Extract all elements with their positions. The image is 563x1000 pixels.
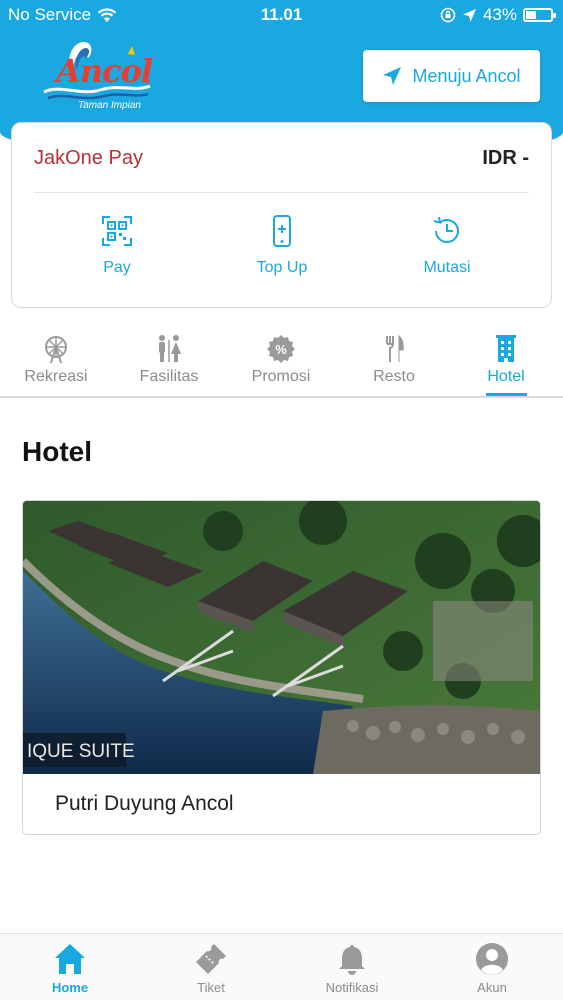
tab-fasilitas-label: Fasilitas — [139, 368, 199, 385]
tab-promosi[interactable]: % Promosi — [225, 330, 337, 386]
tab-rekreasi-label: Rekreasi — [24, 368, 88, 385]
jakone-pay-card: JakOne Pay IDR - Pay Top Up Mutasi — [11, 122, 552, 308]
mutasi-button[interactable]: Mutasi — [382, 215, 512, 277]
tab-promosi-label: Promosi — [251, 368, 311, 385]
ticket-icon — [196, 944, 226, 974]
tab-rekreasi[interactable]: Rekreasi — [0, 330, 112, 386]
restroom-icon — [159, 335, 181, 362]
active-tab-indicator — [486, 393, 527, 396]
wallet-balance: IDR - — [482, 147, 529, 169]
pay-label: Pay — [103, 259, 131, 276]
svg-text:%: % — [275, 342, 287, 357]
logo-wordmark: Ancol — [56, 52, 153, 90]
nav-notifikasi-label: Notifikasi — [325, 980, 379, 995]
logo-subtitle: Taman Impian — [78, 100, 141, 111]
hotel-photo: IQUE SUITE — [23, 501, 540, 774]
hotel-card[interactable]: IQUE SUITE Putri Duyung Ancol — [22, 500, 541, 835]
tab-hotel[interactable]: Hotel — [450, 330, 562, 386]
status-bar: No Service 11.01 43% — [0, 0, 563, 30]
menuju-ancol-button[interactable]: Menuju Ancol — [363, 50, 540, 102]
phone-topup-icon — [273, 215, 291, 247]
photo-caption: IQUE SUITE — [27, 741, 135, 762]
pay-button[interactable]: Pay — [52, 215, 182, 277]
home-icon — [55, 944, 85, 974]
bottom-navigation: Home Tiket Notifikasi Akun — [0, 933, 563, 1000]
wallet-title: JakOne Pay — [34, 147, 143, 169]
top-up-button[interactable]: Top Up — [217, 215, 347, 277]
building-icon — [496, 335, 516, 362]
category-tabs: Rekreasi Fasilitas % Promosi Resto Hotel — [0, 330, 563, 398]
page-title: Hotel — [22, 436, 92, 467]
history-clock-icon — [433, 216, 459, 243]
tab-resto-label: Resto — [373, 368, 415, 385]
location-arrow-icon — [462, 8, 476, 22]
ferris-wheel-icon — [45, 336, 67, 364]
rotation-lock-icon — [440, 7, 456, 23]
account-icon — [476, 943, 508, 975]
nav-home-label: Home — [51, 980, 89, 995]
battery-percent: 43% — [482, 5, 517, 24]
percent-badge-icon: % — [267, 335, 295, 363]
tab-resto[interactable]: Resto — [338, 330, 450, 386]
nav-akun-label: Akun — [477, 980, 507, 995]
status-right: 43% — [440, 5, 556, 25]
navigation-arrow-icon — [383, 67, 402, 85]
nav-tiket-label: Tiket — [197, 980, 225, 995]
bell-icon — [339, 945, 365, 975]
wallet-divider — [34, 192, 529, 193]
top-up-label: Top Up — [256, 259, 308, 276]
tab-fasilitas[interactable]: Fasilitas — [113, 330, 225, 386]
nav-akun[interactable]: Akun — [422, 942, 562, 995]
menuju-ancol-label: Menuju Ancol — [412, 65, 521, 86]
mutasi-label: Mutasi — [423, 259, 471, 276]
nav-notifikasi[interactable]: Notifikasi — [282, 942, 422, 995]
hotel-name: Putri Duyung Ancol — [55, 792, 234, 815]
nav-home[interactable]: Home — [0, 942, 140, 995]
nav-tiket[interactable]: Tiket — [141, 942, 281, 995]
cutlery-icon — [386, 334, 404, 362]
battery-icon — [523, 8, 556, 22]
qr-code-icon — [102, 216, 132, 246]
tab-hotel-label: Hotel — [487, 368, 525, 385]
